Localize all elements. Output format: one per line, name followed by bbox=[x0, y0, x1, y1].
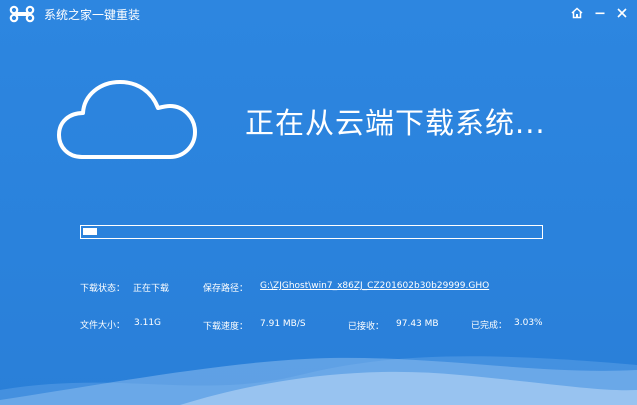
title-bar: 系统之家一键重装 bbox=[0, 0, 637, 28]
progress-fill bbox=[83, 228, 97, 235]
window-title: 系统之家一键重装 bbox=[44, 8, 141, 22]
speed-value: 7.91 MB/S bbox=[260, 319, 306, 329]
cloud-icon bbox=[57, 80, 197, 159]
wave-decoration bbox=[0, 356, 637, 405]
size-value: 3.11G bbox=[134, 318, 162, 328]
minimize-icon bbox=[595, 12, 605, 15]
status-label: 下载状态： bbox=[80, 284, 126, 294]
status-value: 正在下载 bbox=[133, 284, 170, 294]
completed-value: 3.03% bbox=[514, 318, 543, 328]
minimize-button[interactable] bbox=[589, 3, 611, 23]
save-path-link[interactable]: G:\ZJGhost\win7_x86ZJ_CZ201602b30b29999.… bbox=[260, 281, 489, 291]
path-label: 保存路径： bbox=[203, 284, 249, 294]
download-progress-bar bbox=[80, 225, 543, 239]
bone-logo-icon bbox=[9, 5, 35, 23]
home-icon bbox=[571, 7, 583, 19]
download-heading: 正在从云端下载系统... bbox=[245, 106, 546, 140]
home-button[interactable] bbox=[566, 3, 588, 23]
close-button[interactable] bbox=[611, 3, 633, 23]
close-icon bbox=[617, 8, 627, 18]
received-value: 97.43 MB bbox=[396, 319, 439, 329]
